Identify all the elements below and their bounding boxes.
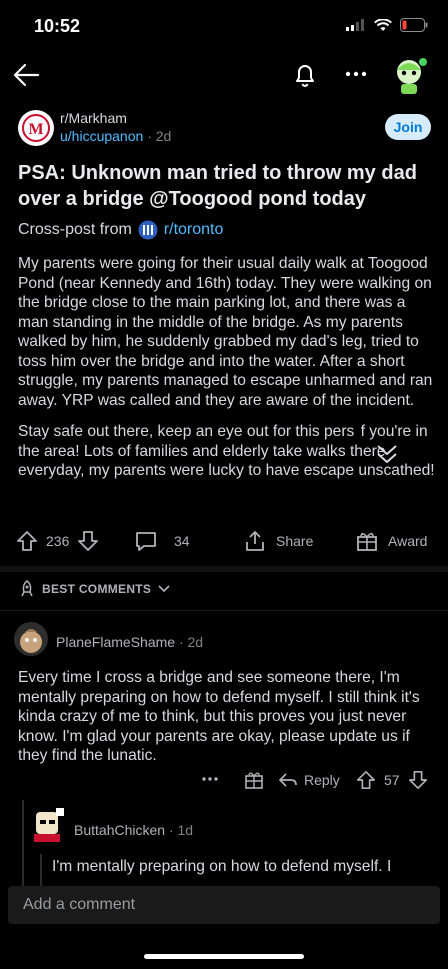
join-button[interactable]: Join	[385, 114, 431, 140]
post-author[interactable]: u/hiccupanon	[60, 128, 143, 144]
section-divider	[0, 566, 448, 572]
comment-sort-button[interactable]: BEST COMMENTS	[18, 580, 171, 598]
reply-label: Reply	[304, 772, 340, 788]
comment-username[interactable]: PlaneFlameShame	[56, 634, 175, 650]
reply-username[interactable]: ButtahChicken	[74, 822, 165, 838]
thread-rail[interactable]	[22, 800, 24, 890]
subreddit-name[interactable]: r/Markham	[60, 110, 127, 126]
crosspost-prefix: Cross-post from	[18, 221, 132, 238]
comment-downvote-icon[interactable]	[408, 770, 428, 790]
comment-author-avatar[interactable]	[14, 622, 48, 656]
svg-text:M: M	[28, 121, 43, 138]
comment-age: 2d	[187, 634, 204, 650]
comment-vote-count: 57	[384, 772, 400, 788]
comment-vote-group: 57	[356, 770, 428, 790]
status-time: 10:52	[34, 16, 81, 36]
award-gift-icon	[357, 532, 377, 551]
more-options-icon[interactable]	[342, 64, 372, 84]
user-avatar[interactable]	[388, 54, 430, 96]
back-arrow-icon[interactable]	[12, 60, 42, 90]
toronto-subreddit-icon[interactable]	[138, 220, 158, 240]
sort-label: BEST COMMENTS	[42, 582, 152, 596]
wifi-icon	[374, 18, 392, 31]
post-title: PSA: Unknown man tried to throw my dad o…	[18, 162, 417, 210]
meta-separator: ·	[147, 128, 156, 144]
award-button[interactable]: Award	[356, 530, 427, 552]
post-age: 2d	[155, 128, 172, 144]
add-comment-input[interactable]: Add a comment	[8, 886, 440, 924]
crosspost-line: Cross-post from r/toronto	[18, 220, 223, 240]
reply-meta-separator: ·	[168, 822, 178, 838]
post-comment-count: 34	[174, 533, 190, 549]
comment-meta-separator: ·	[178, 634, 188, 650]
chevron-down-icon	[158, 585, 170, 593]
vote-group: 236	[16, 530, 99, 552]
subreddit-icon[interactable]: M	[18, 110, 54, 146]
share-label: Share	[276, 533, 314, 549]
post-action-bar: 236 34 Share Award	[0, 528, 448, 556]
share-icon	[246, 531, 264, 551]
reply-button[interactable]: Reply	[278, 770, 340, 790]
downvote-icon[interactable]	[77, 530, 99, 552]
cellular-signal-icon	[346, 19, 364, 31]
post-meta: u/hiccupanon · 2d	[60, 128, 171, 144]
comment-action-bar: Reply 57	[0, 768, 448, 794]
reply-age: 1d	[177, 822, 194, 838]
battery-low-icon	[400, 18, 428, 32]
comment-award-icon[interactable]	[244, 770, 264, 790]
comment-bubble-icon	[136, 532, 156, 551]
reply-body-preview: I'm mentally preparing on how to defend …	[52, 858, 392, 875]
reply-arrow-icon	[279, 773, 297, 787]
crosspost-subreddit-link[interactable]: r/toronto	[164, 221, 224, 239]
comments-button[interactable]: 34	[134, 530, 190, 552]
comment-body: Every time I cross a bridge and see some…	[18, 669, 420, 764]
notification-bell-icon[interactable]	[290, 60, 320, 90]
comment-more-icon[interactable]	[200, 774, 220, 784]
post-vote-count: 236	[46, 533, 70, 549]
status-icons	[346, 18, 428, 32]
reply-author[interactable]: ButtahChicken · 1d	[74, 822, 193, 838]
post-body-paragraph-1: My parents were going for their usual da…	[18, 255, 433, 409]
reply-author-avatar[interactable]	[30, 806, 66, 842]
award-label: Award	[388, 533, 428, 549]
sort-divider	[0, 610, 448, 611]
comment-author[interactable]: PlaneFlameShame · 2d	[56, 634, 203, 650]
rocket-icon	[21, 580, 33, 597]
share-button[interactable]: Share	[244, 530, 313, 552]
upvote-icon[interactable]	[16, 530, 38, 552]
home-indicator	[144, 954, 304, 959]
collapse-chevron-icon[interactable]	[375, 443, 399, 465]
comment-upvote-icon[interactable]	[356, 770, 376, 790]
